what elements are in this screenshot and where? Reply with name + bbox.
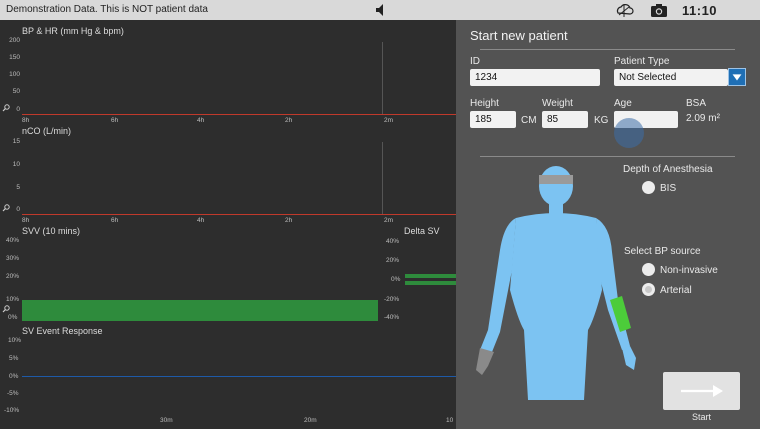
bp-hr-chart-title: BP & HR (mm Hg & bpm): [22, 26, 124, 36]
bp-y-tick: 100: [9, 71, 20, 78]
divider: [480, 156, 735, 157]
zoom-icon[interactable]: [2, 305, 10, 313]
arterial-radio[interactable]: [642, 283, 655, 296]
bp-x-tick: 2m: [384, 117, 394, 124]
delta-sv-chart-title: Delta SV: [404, 226, 440, 236]
sv-event-x-tick: 30m: [160, 417, 173, 424]
delta-sv-y-tick: 40%: [386, 238, 400, 245]
trend-charts: BP & HR (mm Hg & bpm) 200 150 100 50 0 8…: [0, 20, 456, 429]
bp-baseline: [22, 114, 456, 115]
svv-y-tick: 20%: [6, 273, 20, 280]
sv-event-y-tick: -10%: [4, 407, 20, 414]
arterial-label: Arterial: [660, 285, 692, 296]
nco-chart-title: nCO (L/min): [22, 126, 72, 136]
delta-sv-y-tick: 0%: [391, 276, 401, 283]
bsa-label: BSA: [686, 98, 707, 109]
delta-sv-band: [405, 281, 456, 285]
zoom-icon[interactable]: [2, 104, 10, 112]
patient-type-select[interactable]: Not Selected: [614, 69, 728, 86]
sv-event-y-tick: 5%: [9, 355, 19, 362]
patient-body-figure[interactable]: [466, 160, 666, 400]
sv-event-chart-title: SV Event Response: [22, 326, 103, 336]
demo-banner: Demonstration Data. This is NOT patient …: [6, 4, 208, 15]
sv-event-y-tick: 10%: [8, 337, 22, 344]
arrow-right-icon: [681, 385, 723, 397]
patient-type-label: Patient Type: [614, 56, 670, 67]
delta-sv-y-tick: 20%: [386, 257, 400, 264]
bp-y-tick: 50: [12, 88, 20, 95]
bp-x-tick: 6h: [111, 117, 119, 124]
patient-type-value: Not Selected: [619, 72, 677, 83]
bp-x-tick: 8h: [22, 117, 30, 124]
bis-label: BIS: [660, 183, 677, 194]
sv-event-baseline: [22, 376, 456, 377]
nco-x-tick: 2h: [285, 217, 293, 224]
svv-y-tick: 30%: [6, 255, 20, 262]
nco-x-tick: 8h: [22, 217, 30, 224]
svv-y-tick: 10%: [6, 296, 20, 303]
touch-indicator: [614, 118, 644, 148]
delta-sv-y-tick: -40%: [384, 314, 400, 321]
age-label: Age: [614, 98, 632, 109]
non-invasive-label: Non-invasive: [660, 265, 718, 276]
svv-target-band: [22, 300, 378, 321]
depth-of-anesthesia-label: Depth of Anesthesia: [623, 164, 713, 175]
sv-event-x-tick: 20m: [304, 417, 317, 424]
clock: 11:10: [682, 3, 718, 18]
svv-chart-title: SVV (10 mins): [22, 226, 81, 236]
bp-source-label: Select BP source: [624, 246, 701, 257]
camera-icon[interactable]: [650, 2, 668, 18]
bsa-value: 2.09 m²: [686, 113, 720, 124]
nco-x-tick: 2m: [384, 217, 394, 224]
divider: [480, 49, 735, 50]
cloud-connection-icon[interactable]: [614, 1, 634, 19]
zoom-icon[interactable]: [2, 204, 10, 212]
start-label: Start: [691, 412, 711, 422]
sv-event-y-tick: -5%: [7, 390, 19, 397]
finger-sensor: [476, 348, 494, 375]
id-label: ID: [470, 56, 480, 67]
speaker-icon[interactable]: [374, 3, 388, 17]
chart-divider: [382, 142, 383, 214]
bp-x-tick: 4h: [197, 117, 205, 124]
bp-x-tick: 2h: [285, 117, 293, 124]
start-button[interactable]: [663, 372, 740, 410]
nco-x-tick: 6h: [111, 217, 119, 224]
panel-title: Start new patient: [470, 28, 568, 43]
bp-y-tick: 200: [9, 37, 20, 44]
nco-y-tick: 5: [16, 184, 20, 191]
height-unit: CM: [521, 115, 537, 126]
nco-y-tick: 10: [12, 161, 20, 168]
svv-y-tick: 40%: [6, 237, 20, 244]
height-field[interactable]: [470, 111, 516, 128]
delta-sv-band: [405, 274, 456, 278]
bis-sensor: [539, 175, 573, 184]
weight-field[interactable]: [542, 111, 588, 128]
chart-divider: [382, 42, 383, 114]
non-invasive-radio[interactable]: [642, 263, 655, 276]
id-field[interactable]: [470, 69, 600, 86]
sv-event-y-tick: 0%: [9, 373, 19, 380]
svv-y-tick: 0%: [8, 314, 18, 321]
nco-x-tick: 4h: [197, 217, 205, 224]
new-patient-panel: Start new patient ID Patient Type Not Se…: [456, 20, 760, 429]
bis-radio[interactable]: [642, 181, 655, 194]
height-label: Height: [470, 98, 499, 109]
nco-y-tick: 15: [12, 138, 20, 145]
sv-event-x-tick: 10: [446, 417, 454, 424]
delta-sv-y-tick: -20%: [384, 296, 400, 303]
status-bar: Demonstration Data. This is NOT patient …: [0, 0, 760, 20]
weight-label: Weight: [542, 98, 573, 109]
bp-y-tick: 150: [9, 54, 20, 61]
nco-baseline: [22, 214, 456, 215]
weight-unit: KG: [594, 115, 609, 126]
chevron-down-icon[interactable]: [728, 68, 746, 86]
